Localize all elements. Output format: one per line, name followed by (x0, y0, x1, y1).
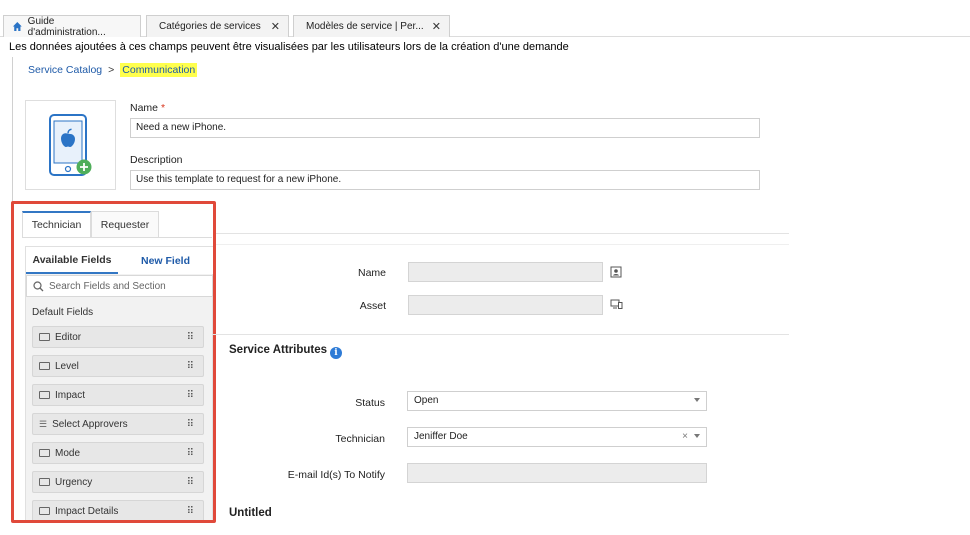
divider (213, 233, 789, 234)
tab-requester[interactable]: Requester (91, 211, 159, 237)
asset-devices-icon[interactable] (610, 299, 623, 310)
template-image[interactable] (25, 100, 116, 190)
dropdown-field-icon (39, 478, 50, 486)
status-select[interactable]: Open (407, 391, 707, 411)
required-marker: * (161, 102, 166, 114)
drag-handle-icon[interactable]: ⠿ (187, 332, 194, 343)
annotation-note: Les données ajoutées à ces champs peuven… (9, 41, 569, 53)
textarea-field-icon (39, 507, 50, 515)
technician-select[interactable]: Jeniffer Doe × (407, 427, 707, 447)
name-label: Name * (130, 102, 165, 114)
field-item-impact[interactable]: Impact ⠿ (32, 384, 204, 406)
field-item-mode[interactable]: Mode ⠿ (32, 442, 204, 464)
close-icon[interactable]: ✕ (271, 20, 280, 33)
breadcrumb-current: Communication (120, 63, 198, 77)
search-placeholder: Search Fields and Section (49, 280, 166, 292)
status-value: Open (414, 395, 439, 406)
search-icon (33, 280, 44, 291)
close-icon[interactable]: ✕ (432, 20, 441, 33)
tab-available-fields[interactable]: Available Fields (26, 247, 118, 274)
drag-handle-icon[interactable]: ⠿ (187, 506, 194, 517)
browser-tab-strip: Guide d'administration... Catégories de … (0, 0, 970, 38)
dropdown-field-icon (39, 449, 50, 457)
field-item-label: Impact (55, 389, 86, 401)
field-item-label: Level (55, 360, 79, 372)
template-description-input[interactable]: Use this template to request for a new i… (130, 170, 760, 190)
requester-name-input[interactable] (408, 262, 603, 282)
search-fields-input[interactable]: Search Fields and Section (26, 275, 213, 297)
tab-label: Catégories de services (159, 21, 261, 32)
textfield-icon (39, 333, 50, 341)
asset-input[interactable] (408, 295, 603, 315)
clear-icon[interactable]: × (682, 431, 688, 442)
tab-service-templates[interactable]: Modèles de service | Per... ✕ (293, 15, 450, 37)
divider (12, 57, 13, 202)
chevron-down-icon (694, 434, 700, 438)
field-item-impact-details[interactable]: Impact Details ⠿ (32, 500, 204, 520)
field-item-label: Select Approvers (52, 418, 128, 430)
drag-handle-icon[interactable]: ⠿ (187, 361, 194, 372)
tab-new-field[interactable]: New Field (118, 247, 213, 274)
dropdown-field-icon (39, 362, 50, 370)
divider (213, 334, 789, 335)
tab-label: Modèles de service | Per... (306, 21, 424, 32)
drag-handle-icon[interactable]: ⠿ (187, 419, 194, 430)
list-field-icon: ☰ (39, 418, 48, 429)
field-item-label: Mode (55, 447, 81, 459)
chevron-down-icon (694, 398, 700, 402)
technician-label: Technician (335, 433, 385, 445)
service-attributes-header: Service Attributes (229, 344, 327, 356)
tab-admin-guide[interactable]: Guide d'administration... (3, 15, 141, 38)
field-item-level[interactable]: Level ⠿ (32, 355, 204, 377)
tab-technician[interactable]: Technician (22, 211, 91, 237)
field-item-label: Impact Details (55, 505, 119, 517)
email-notify-input[interactable] (407, 463, 707, 483)
field-item-label: Urgency (55, 476, 93, 488)
requester-name-label: Name (357, 267, 386, 279)
tab-label: Guide d'administration... (27, 15, 106, 38)
breadcrumb: Service Catalog > Communication (28, 63, 198, 77)
drag-handle-icon[interactable]: ⠿ (187, 448, 194, 459)
field-item-editor[interactable]: Editor ⠿ (32, 326, 204, 348)
divider (22, 237, 212, 238)
field-item-select-approvers[interactable]: ☰ Select Approvers ⠿ (32, 413, 204, 435)
breadcrumb-service-catalog[interactable]: Service Catalog (28, 64, 102, 76)
dropdown-field-icon (39, 391, 50, 399)
info-icon[interactable]: i (330, 347, 342, 359)
asset-label: Asset (359, 300, 386, 312)
breadcrumb-separator: > (108, 64, 115, 76)
phone-app-icon (49, 114, 92, 176)
divider (213, 244, 789, 245)
home-icon (12, 22, 22, 31)
email-notify-label: E-mail Id(s) To Notify (287, 469, 385, 481)
drag-handle-icon[interactable]: ⠿ (187, 390, 194, 401)
field-palette-panel: Technician Requester Available Fields Ne… (11, 201, 216, 523)
template-name-input[interactable]: Need a new iPhone. (130, 118, 760, 138)
default-fields-title: Default Fields (32, 307, 94, 318)
name-label-text: Name (130, 102, 159, 114)
status-label: Status (355, 397, 385, 409)
description-label: Description (130, 154, 183, 166)
tab-service-categories[interactable]: Catégories de services ✕ (146, 15, 289, 37)
contact-card-icon[interactable] (610, 266, 622, 278)
field-item-label: Editor (55, 331, 82, 343)
fields-box: Available Fields New Field Search Fields… (25, 246, 213, 520)
drag-handle-icon[interactable]: ⠿ (187, 477, 194, 488)
untitled-section-header: Untitled (229, 507, 272, 519)
field-item-urgency[interactable]: Urgency ⠿ (32, 471, 204, 493)
technician-value: Jeniffer Doe (414, 431, 468, 442)
